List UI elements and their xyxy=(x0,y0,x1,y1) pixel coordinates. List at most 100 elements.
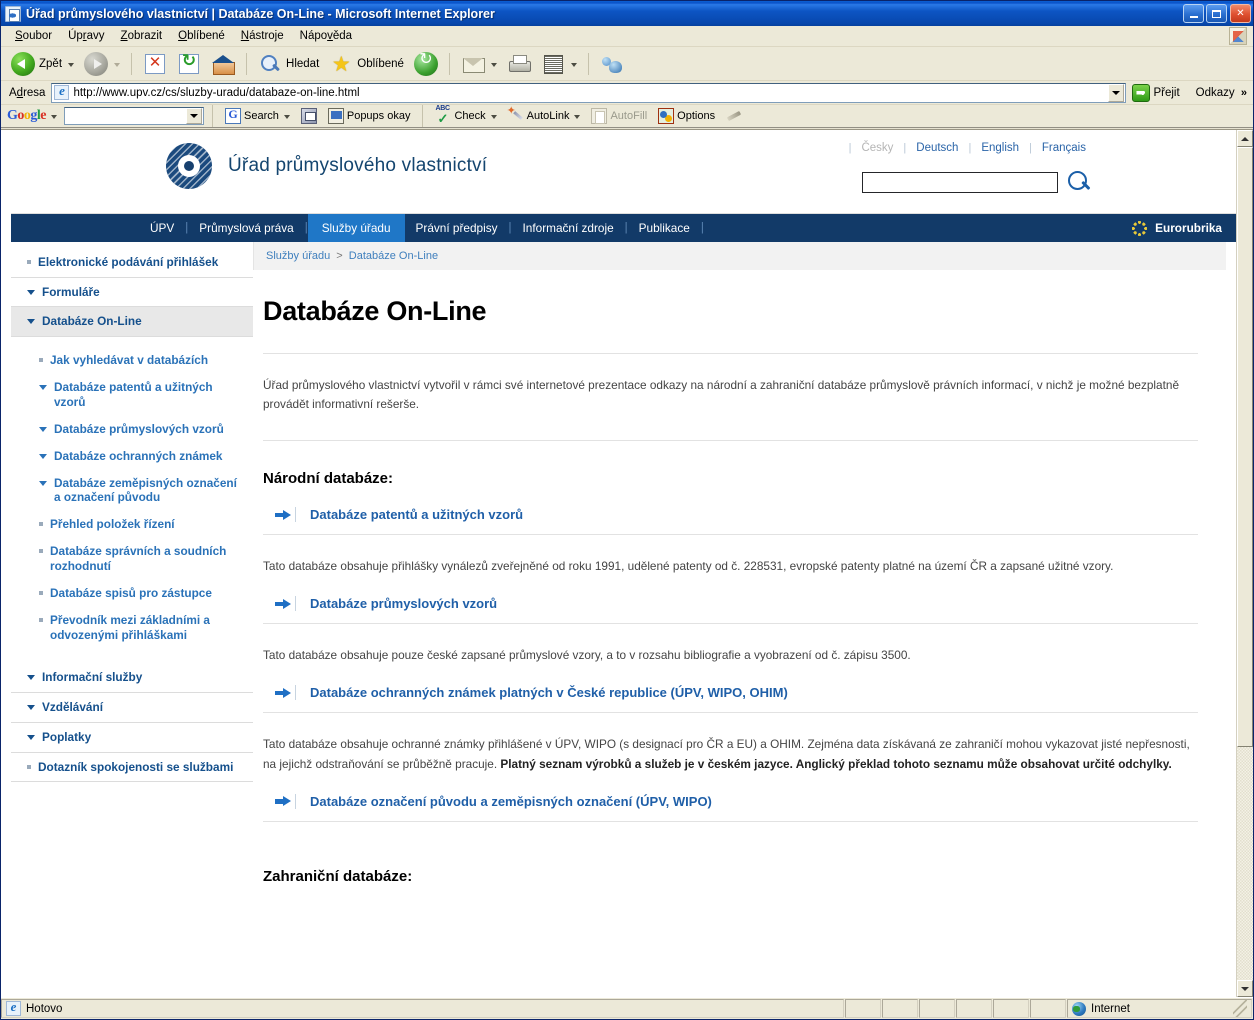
google-search-dropdown-button[interactable] xyxy=(186,108,202,124)
google-separator xyxy=(212,105,213,127)
spell-check-button[interactable]: Check xyxy=(431,105,500,127)
sidebar-subitem-databaze-patentu[interactable]: Databáze patentů a užitných vzorů xyxy=(11,374,247,416)
nav-informacni-zdroje[interactable]: Informační zdroje xyxy=(512,214,625,242)
google-menu-dropdown-icon[interactable] xyxy=(51,115,57,119)
sidebar-item-databaze-on-line[interactable]: Databáze On-Line xyxy=(11,307,253,338)
menu-oblibene[interactable]: Oblíbené xyxy=(170,28,233,44)
maximize-button[interactable] xyxy=(1206,4,1227,23)
vertical-scrollbar[interactable] xyxy=(1236,130,1253,997)
menu-nastroje[interactable]: Nástroje xyxy=(233,28,292,44)
address-dropdown-button[interactable] xyxy=(1108,83,1125,102)
scroll-down-button[interactable] xyxy=(1237,980,1253,997)
site-search-input[interactable] xyxy=(862,171,1058,193)
sidebar-subitem-databaze-spisu-pro-zastupce[interactable]: Databáze spisů pro zástupce xyxy=(11,580,247,607)
google-popup-blocker-button[interactable] xyxy=(297,107,321,125)
lang-english[interactable]: English xyxy=(981,142,1019,154)
nav-upv[interactable]: ÚPV xyxy=(139,214,185,242)
autolink-dropdown-icon[interactable] xyxy=(574,115,581,119)
address-bar: Adresa http://www.upv.cz/cs/sluzby-uradu… xyxy=(1,81,1253,105)
chevron-down-icon xyxy=(27,734,35,740)
history-button[interactable] xyxy=(410,49,442,78)
sidebar-subitem-databaze-prumyslovych-vzoru[interactable]: Databáze průmyslových vzorů xyxy=(11,416,247,443)
nav-pravni-predpisy[interactable]: Právní předpisy xyxy=(405,214,509,242)
google-options-button[interactable]: Options xyxy=(654,107,719,125)
breadcrumb-current[interactable]: Databáze On-Line xyxy=(349,250,438,262)
security-zone-pane[interactable]: Internet xyxy=(1067,999,1252,1018)
nav-separator: | xyxy=(700,222,704,234)
sidebar-subitem-databaze-zemepisnych-oznaceni[interactable]: Databáze zeměpisných označení a označení… xyxy=(11,470,247,512)
sidebar-item-elektronicke-podavani[interactable]: Elektronické podávání přihlášek xyxy=(11,248,253,278)
google-search-input[interactable] xyxy=(64,107,204,125)
menu-upravy[interactable]: Úpravy xyxy=(60,28,112,44)
sidebar-subitem-prevodnik[interactable]: Převodník mezi základními a odvozenými p… xyxy=(11,607,247,649)
scroll-up-button[interactable] xyxy=(1237,130,1253,147)
sidebar-item-vzdelavani[interactable]: Vzdělávání xyxy=(11,693,253,723)
site-logo[interactable]: Úřad průmyslového vlastnictví xyxy=(166,143,487,189)
home-button[interactable] xyxy=(207,50,239,78)
back-dropdown-icon[interactable] xyxy=(68,62,75,67)
scrollbar-thumb[interactable] xyxy=(1237,147,1253,747)
mail-dropdown-icon[interactable] xyxy=(490,62,497,67)
db-link-industrial-designs[interactable]: Databáze průmyslových vzorů xyxy=(263,596,1198,625)
sidebar-item-formulare[interactable]: Formuláře xyxy=(11,278,253,308)
popups-okay-button[interactable]: Popups okay xyxy=(324,107,415,125)
lang-deutsch[interactable]: Deutsch xyxy=(916,142,958,154)
links-button[interactable]: Odkazy » xyxy=(1186,87,1251,99)
menu-soubor[interactable]: SSouboroubor xyxy=(7,28,60,44)
sidebar-subitem-databaze-spravnich-rozhodnuti[interactable]: Databáze správních a soudních rozhodnutí xyxy=(11,538,247,580)
edit-dropdown-icon[interactable] xyxy=(570,62,577,67)
lang-separator: | xyxy=(903,142,907,154)
page-viewport: Úřad průmyslového vlastnictví | Česky | … xyxy=(1,129,1253,997)
go-label: Přejit xyxy=(1153,86,1180,99)
check-dropdown-icon[interactable] xyxy=(490,115,497,119)
sidebar-subitem-label: Databáze správních a soudních rozhodnutí xyxy=(50,544,227,573)
db-link-trademarks[interactable]: Databáze ochranných známek platných v Če… xyxy=(263,685,1198,714)
site-search-icon[interactable] xyxy=(1067,170,1091,194)
mail-button[interactable] xyxy=(457,50,501,78)
sidebar-subitem-databaze-ochrannych-znamek[interactable]: Databáze ochranných známek xyxy=(11,443,247,470)
stop-button[interactable] xyxy=(139,50,171,78)
edit-button[interactable] xyxy=(537,50,581,78)
go-button[interactable]: Přejit xyxy=(1126,83,1185,102)
close-button[interactable]: ✕ xyxy=(1230,4,1251,23)
menu-napoveda[interactable]: Nápověda xyxy=(292,28,360,44)
search-button[interactable]: Hledat xyxy=(254,50,323,78)
menu-zobrazit[interactable]: Zobrazit xyxy=(113,28,171,44)
messenger-button[interactable] xyxy=(596,50,628,78)
nav-publikace[interactable]: Publikace xyxy=(628,214,701,242)
sidebar-item-label: Poplatky xyxy=(42,729,92,744)
site-header: Úřad průmyslového vlastnictví | Česky | … xyxy=(11,130,1236,214)
lang-francais[interactable]: Français xyxy=(1042,142,1086,154)
breadcrumb-parent[interactable]: Služby úřadu xyxy=(266,250,330,262)
autolink-button[interactable]: AutoLink xyxy=(504,104,585,125)
sidebar-subitem-jak-vyhledavat[interactable]: Jak vyhledávat v databázích xyxy=(11,347,247,374)
lang-cesky[interactable]: Česky xyxy=(861,142,893,154)
scrollbar-track[interactable] xyxy=(1237,147,1253,980)
sidebar-subitem-prehled-polozek-rizeni[interactable]: Přehled položek řízení xyxy=(11,511,247,538)
address-input[interactable]: http://www.upv.cz/cs/sluzby-uradu/databa… xyxy=(51,82,1127,103)
refresh-button[interactable] xyxy=(173,50,205,78)
back-label: Zpět xyxy=(39,57,63,70)
db-link-patents[interactable]: Databáze patentů a užitných vzorů xyxy=(263,507,1198,536)
status-message-pane: Hotovo xyxy=(1,999,844,1018)
sidebar-item-dotaznik[interactable]: Dotazník spokojenosti se službami xyxy=(11,753,253,783)
print-button[interactable] xyxy=(503,50,535,78)
eurorubrika-link[interactable]: Eurorubrika xyxy=(1132,214,1222,242)
favorites-button[interactable]: ★ Oblíbené xyxy=(325,50,408,78)
arrow-right-icon xyxy=(263,687,293,698)
minimize-button[interactable] xyxy=(1183,4,1204,23)
google-search-dropdown-icon[interactable] xyxy=(283,115,290,119)
google-search-button[interactable]: Search xyxy=(221,107,294,125)
back-button[interactable]: Zpět xyxy=(7,50,78,78)
highlight-button[interactable] xyxy=(722,107,746,125)
links-chevron-icon[interactable]: » xyxy=(1241,87,1247,99)
sidebar-item-poplatky[interactable]: Poplatky xyxy=(11,723,253,753)
autolink-icon xyxy=(507,104,524,124)
db-link-geographical-indications[interactable]: Databáze označení původu a zeměpisných o… xyxy=(263,793,1198,822)
nav-prumyslova-prava[interactable]: Průmyslová práva xyxy=(188,214,304,242)
forward-dropdown-icon[interactable] xyxy=(114,62,121,67)
resize-grip[interactable] xyxy=(1233,1000,1247,1017)
nav-sluzby-uradu[interactable]: Služby úřadu xyxy=(307,214,405,242)
forward-button[interactable] xyxy=(80,50,124,78)
sidebar-item-informacni-sluzby[interactable]: Informační služby xyxy=(11,663,253,694)
